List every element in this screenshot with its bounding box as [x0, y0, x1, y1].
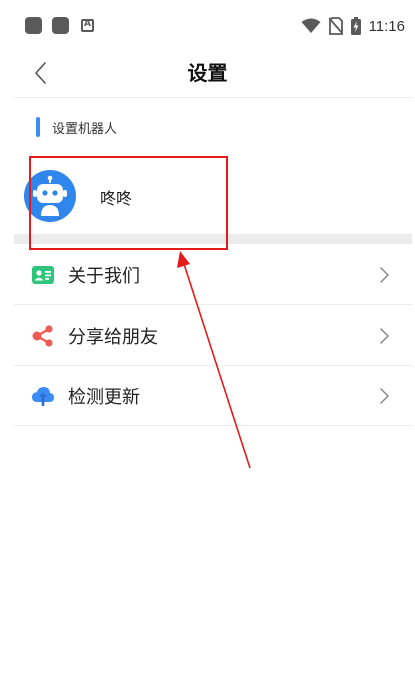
- page-title: 设置: [187, 61, 228, 85]
- section-marker: [36, 117, 40, 137]
- status-bar-right: 11:16: [301, 15, 405, 37]
- annotation-highlight-box: [29, 156, 228, 250]
- app-header: 设置: [0, 52, 415, 96]
- menu-label: 关于我们: [68, 266, 140, 287]
- section-title: 设置机器人: [52, 122, 118, 137]
- wifi-icon: [301, 18, 321, 33]
- status-bar: A 11:16: [0, 0, 415, 52]
- share-icon: [32, 325, 53, 347]
- menu-label: 分享给朋友: [68, 327, 158, 348]
- menu-item-check-update[interactable]: 检测更新: [14, 366, 412, 426]
- no-sim-icon: [328, 17, 343, 35]
- chevron-right-icon: [380, 388, 389, 404]
- chevron-right-icon: [380, 267, 389, 283]
- menu-label: 检测更新: [68, 387, 140, 408]
- a-notification-icon: A: [81, 19, 94, 32]
- menu-item-about-us[interactable]: 关于我们: [14, 245, 412, 305]
- about-card-icon: [32, 266, 54, 284]
- status-time: 11:16: [368, 17, 405, 35]
- app-square-icon: [25, 17, 42, 34]
- battery-charging-icon: [350, 17, 361, 35]
- app-square-icon: [52, 17, 69, 34]
- menu-item-share[interactable]: 分享给朋友: [14, 306, 412, 366]
- chevron-right-icon: [380, 328, 389, 344]
- cloud-upload-icon: [32, 387, 54, 406]
- header-divider: [14, 97, 412, 98]
